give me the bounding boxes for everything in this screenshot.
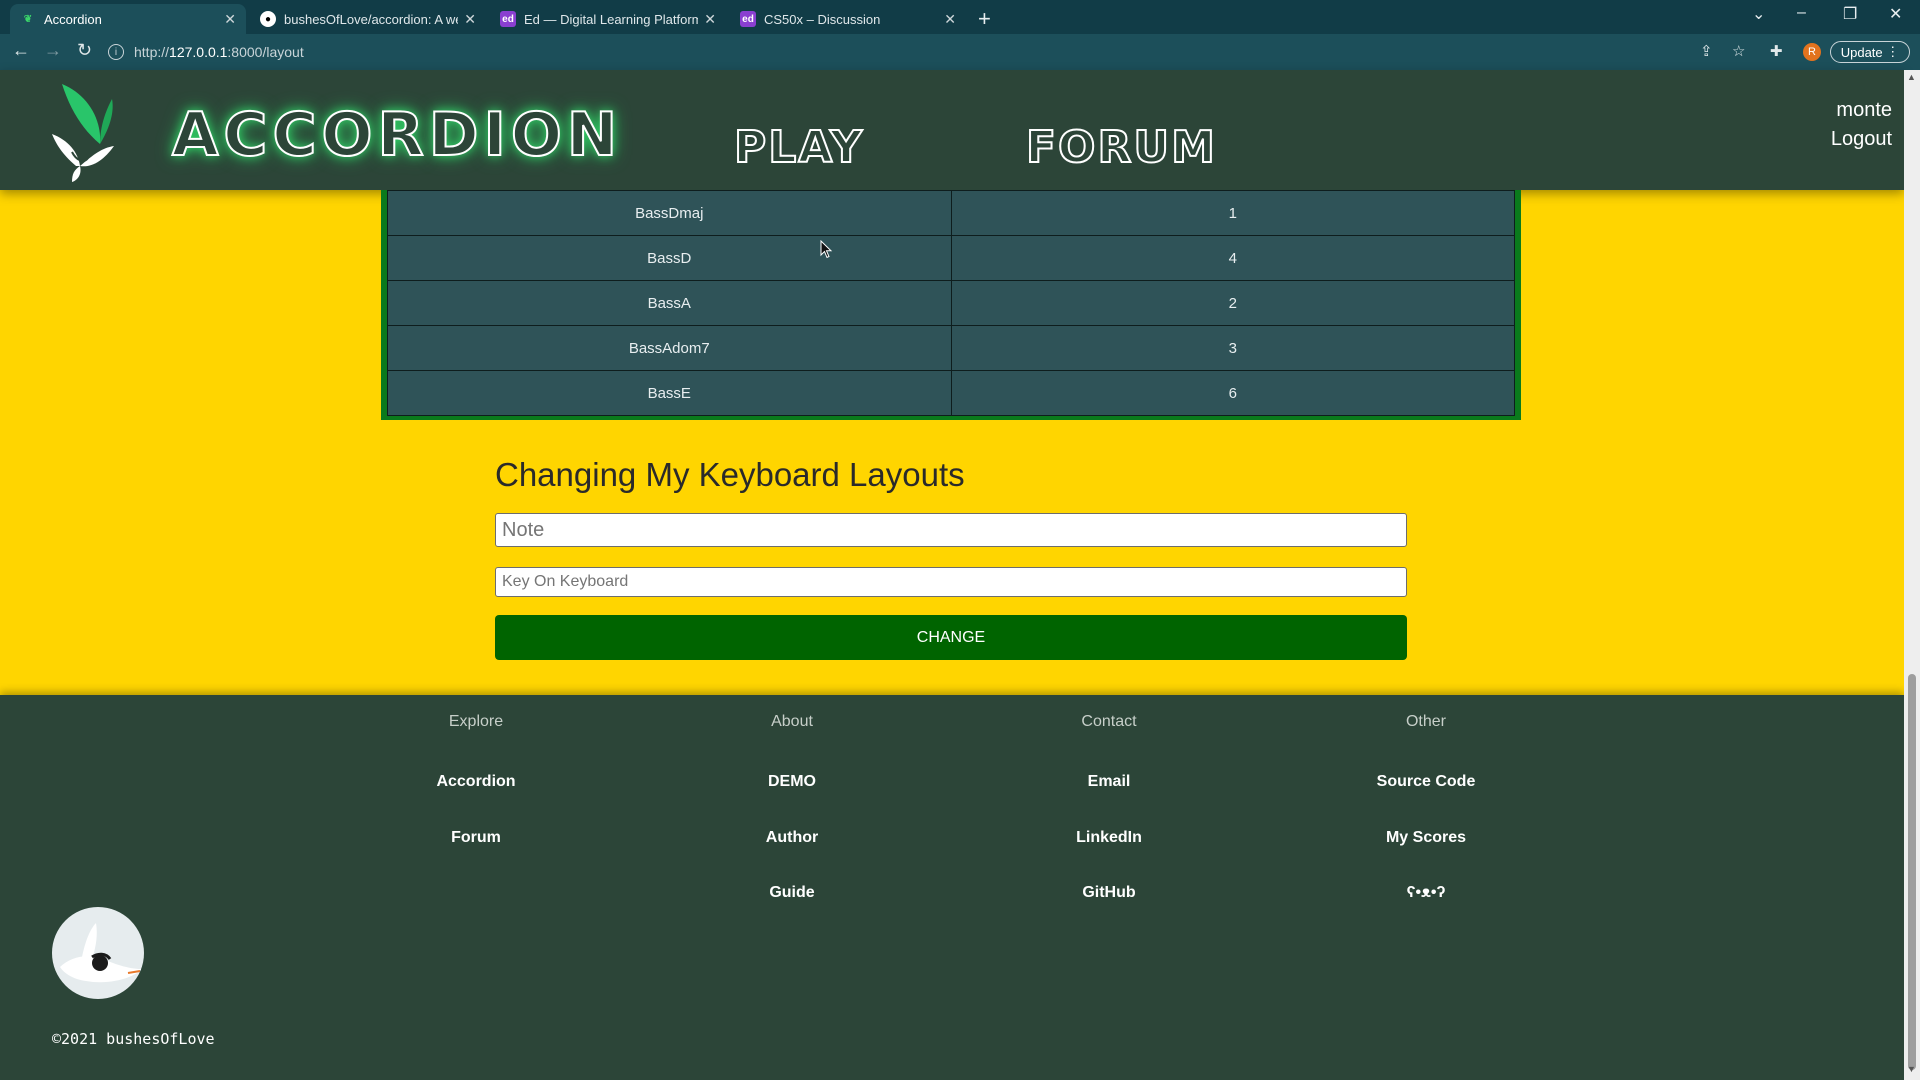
ed-icon: ed bbox=[500, 11, 516, 27]
minimize-icon[interactable]: – bbox=[1797, 4, 1806, 22]
extensions-icon[interactable]: ✚ bbox=[1770, 42, 1783, 60]
key-cell: 1 bbox=[950, 190, 1515, 236]
close-tab-icon[interactable]: ✕ bbox=[224, 11, 236, 28]
key-cell: 6 bbox=[950, 370, 1515, 416]
footer-link-email[interactable]: Email bbox=[999, 773, 1219, 791]
footer-heading: About bbox=[771, 713, 813, 730]
scroll-up-icon[interactable]: ▲ bbox=[1907, 72, 1916, 82]
update-button[interactable]: Update ⋮ bbox=[1830, 41, 1910, 63]
browser-tab-ed[interactable]: ed Ed — Digital Learning Platform ✕ bbox=[490, 4, 726, 34]
note-cell: BassDmaj bbox=[387, 190, 952, 236]
site-info-icon[interactable]: i bbox=[108, 44, 124, 60]
site-header: ACCORDION PLAY FORUM monte Logout bbox=[0, 70, 1904, 190]
url-host: 127.0.0.1 bbox=[169, 44, 228, 60]
footer-link-guide[interactable]: Guide bbox=[682, 884, 902, 902]
footer-avatar bbox=[52, 907, 144, 999]
browser-tab-github[interactable]: ● bushesOfLove/accordion: A web ✕ bbox=[250, 4, 486, 34]
change-button[interactable]: CHANGE bbox=[495, 615, 1407, 660]
note-cell: BassD bbox=[387, 235, 952, 281]
key-cell: 2 bbox=[950, 280, 1515, 326]
logout-link[interactable]: Logout bbox=[1831, 125, 1892, 154]
table-row: BassA 2 bbox=[387, 280, 1515, 326]
address-bar[interactable]: i http://127.0.0.1:8000/layout bbox=[108, 38, 1708, 66]
footer-link-source-code[interactable]: Source Code bbox=[1316, 773, 1536, 791]
mouse-cursor-icon bbox=[820, 240, 833, 259]
tab-title: Accordion bbox=[44, 11, 102, 27]
copyright-text: ©2021 bushesOfLove bbox=[52, 1030, 215, 1048]
reload-icon[interactable]: ↻ bbox=[77, 40, 92, 61]
site-footer: Explore Accordion Forum About DEMO Autho… bbox=[0, 695, 1904, 1080]
browser-toolbar: ← → ↻ i http://127.0.0.1:8000/layout ⇪ ☆… bbox=[0, 34, 1920, 70]
user-menu: monte Logout bbox=[1831, 96, 1892, 154]
footer-link-bear[interactable]: ʕ•ᴥ•ʔ bbox=[1316, 884, 1536, 902]
footer-link-github[interactable]: GitHub bbox=[999, 884, 1219, 902]
site-brand[interactable]: ACCORDION bbox=[171, 99, 622, 171]
footer-link-accordion[interactable]: Accordion bbox=[366, 773, 586, 791]
footer-link-forum[interactable]: Forum bbox=[366, 829, 586, 847]
table-row: BassE 6 bbox=[387, 370, 1515, 416]
table-row: BassDmaj 1 bbox=[387, 190, 1515, 236]
tab-title: bushesOfLove/accordion: A web bbox=[284, 11, 459, 27]
back-icon[interactable]: ← bbox=[12, 40, 30, 61]
goose-avatar-icon bbox=[60, 923, 142, 983]
layout-table: BassDmaj 1 BassD 4 BassA 2 BassAdom7 3 B… bbox=[387, 190, 1515, 416]
form-title: Changing My Keyboard Layouts bbox=[495, 456, 965, 493]
note-cell: BassA bbox=[387, 280, 952, 326]
note-input[interactable] bbox=[495, 513, 1407, 547]
close-tab-icon[interactable]: ✕ bbox=[944, 11, 956, 28]
ed-icon: ed bbox=[740, 11, 756, 27]
profile-avatar[interactable]: R bbox=[1803, 43, 1821, 61]
footer-heading: Other bbox=[1405, 713, 1446, 730]
table-row: BassAdom7 3 bbox=[387, 325, 1515, 371]
note-cell: BassAdom7 bbox=[387, 325, 952, 371]
footer-link-linkedin[interactable]: LinkedIn bbox=[999, 829, 1219, 847]
close-tab-icon[interactable]: ✕ bbox=[464, 11, 476, 28]
accordion-favicon-icon: ❦ bbox=[23, 13, 33, 25]
key-input[interactable] bbox=[495, 567, 1407, 597]
update-label: Update bbox=[1840, 44, 1883, 60]
accordion-logo-icon[interactable] bbox=[42, 74, 122, 184]
footer-link-author[interactable]: Author bbox=[682, 829, 902, 847]
close-window-icon[interactable]: ✕ bbox=[1889, 4, 1902, 24]
table-row: BassD 4 bbox=[387, 235, 1515, 281]
footer-link-demo[interactable]: DEMO bbox=[682, 773, 902, 791]
username[interactable]: monte bbox=[1831, 96, 1892, 125]
nav-play[interactable]: PLAY bbox=[733, 121, 864, 174]
tab-title: Ed — Digital Learning Platform bbox=[524, 11, 699, 27]
scroll-down-icon[interactable]: ▼ bbox=[1907, 1064, 1916, 1074]
forward-icon[interactable]: → bbox=[44, 40, 62, 61]
layout-table-container: BassDmaj 1 BassD 4 BassA 2 BassAdom7 3 B… bbox=[381, 190, 1521, 420]
browser-tab-bar: ❦ Accordion ✕ ● bushesOfLove/accordion: … bbox=[0, 0, 1920, 34]
bookmark-star-icon[interactable]: ☆ bbox=[1732, 42, 1745, 60]
footer-link-my-scores[interactable]: My Scores bbox=[1316, 829, 1536, 847]
new-tab-icon[interactable]: + bbox=[978, 6, 991, 32]
close-tab-icon[interactable]: ✕ bbox=[704, 11, 716, 28]
url-path: :8000/layout bbox=[227, 44, 304, 60]
restore-icon[interactable]: ❐ bbox=[1843, 4, 1857, 24]
page-scrollbar[interactable]: ▲ ▼ bbox=[1904, 70, 1920, 1080]
tab-title: CS50x – Discussion bbox=[764, 11, 881, 27]
browser-tab-cs50[interactable]: ed CS50x – Discussion ✕ bbox=[730, 4, 966, 34]
share-icon[interactable]: ⇪ bbox=[1700, 42, 1713, 60]
github-icon: ● bbox=[260, 11, 276, 27]
note-cell: BassE bbox=[387, 370, 952, 416]
tab-search-icon[interactable]: ⌄ bbox=[1752, 4, 1765, 24]
key-cell: 3 bbox=[950, 325, 1515, 371]
key-cell: 4 bbox=[950, 235, 1515, 281]
footer-heading: Explore bbox=[448, 713, 504, 730]
scrollbar-thumb[interactable] bbox=[1908, 674, 1916, 1070]
footer-heading: Contact bbox=[1081, 713, 1137, 730]
nav-forum[interactable]: FORUM bbox=[1025, 121, 1217, 174]
url-prefix: http:// bbox=[134, 44, 170, 60]
browser-tab-accordion[interactable]: ❦ Accordion ✕ bbox=[10, 4, 246, 34]
